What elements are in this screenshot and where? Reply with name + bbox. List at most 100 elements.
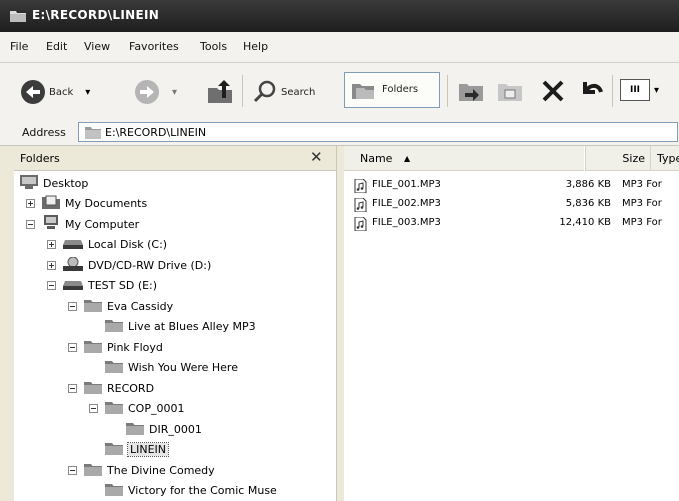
close-icon[interactable]: ✕ [310, 148, 323, 166]
menu-tools[interactable]: Tools [200, 40, 227, 53]
folders-button[interactable]: Folders [344, 72, 440, 108]
tree-item[interactable]: My Documents [26, 195, 147, 213]
tree-item[interactable]: My Computer [26, 214, 140, 234]
menu-bar: File Edit View Favorites Tools Help [0, 32, 679, 63]
expand-plus-icon[interactable] [26, 199, 35, 208]
tree-item[interactable]: Eva Cassidy [68, 297, 173, 315]
tree-item[interactable]: Pink Floyd [68, 338, 163, 356]
tree-item[interactable]: DIR_0001 [110, 420, 202, 438]
collapse-minus-icon[interactable] [26, 219, 35, 229]
tree-item-label: My Computer [65, 217, 140, 231]
menu-favorites[interactable]: Favorites [129, 40, 179, 53]
move-to-icon [459, 84, 483, 101]
tree-item[interactable]: Desktop [20, 174, 88, 192]
collapse-minus-icon[interactable] [68, 465, 77, 475]
back-button[interactable]: Back ▾ [20, 79, 90, 105]
menu-help[interactable]: Help [243, 40, 268, 53]
folder-icon [105, 400, 123, 417]
tree-item-label: Local Disk (C:) [88, 238, 168, 251]
back-dropdown-icon[interactable]: ▾ [85, 87, 90, 98]
folders-pane-title: Folders [20, 152, 60, 165]
expand-plus-icon[interactable] [47, 260, 56, 270]
forward-button[interactable]: ▾ [134, 79, 177, 105]
back-arrow-icon [21, 80, 45, 104]
my-documents-icon [42, 195, 60, 212]
file-name: FILE_002.MP3 [372, 198, 441, 209]
tree-item-label: TEST SD (E:) [88, 279, 158, 292]
tree-item[interactable]: The Divine Comedy [68, 461, 215, 479]
delete-button[interactable] [540, 78, 566, 104]
sort-ascending-icon: ▲ [404, 154, 411, 163]
collapse-minus-icon[interactable] [68, 383, 77, 393]
tree-item-label: My Documents [65, 197, 148, 210]
drive-icon [63, 278, 83, 293]
drive-icon [63, 237, 83, 252]
file-list-pane: Name ▲ Size Type FILE_001.MP3 3,886 KB MP3… [344, 146, 679, 501]
file-size: 3,886 KB [565, 179, 611, 190]
folder-icon [105, 359, 123, 376]
folder-icon [105, 482, 123, 499]
folders-label: Folders [382, 84, 419, 95]
search-icon [253, 80, 276, 103]
column-size-label: Size [622, 152, 645, 165]
tree-item[interactable]: RECORD [68, 379, 154, 397]
toolbar: Back ▾ ▾ Search Folders III ▾ [0, 63, 679, 121]
explorer-window: E:\RECORD\LINEIN File Edit View Favorite… [0, 0, 679, 501]
column-header-type[interactable]: Type [650, 146, 679, 171]
folder-window-icon [10, 11, 26, 22]
menu-view[interactable]: View [84, 40, 110, 53]
dvd-drive-icon [63, 256, 83, 274]
tree-item-label: DVD/CD-RW Drive (D:) [88, 258, 212, 272]
collapse-minus-icon[interactable] [68, 342, 77, 352]
tree-item-label: Live at Blues Alley MP3 [128, 320, 256, 333]
file-row[interactable]: FILE_003.MP3 12,410 KB MP3 For [354, 216, 679, 232]
address-bar: Address E:\RECORD\LINEIN [0, 120, 679, 146]
column-header-name[interactable]: Name ▲ [344, 146, 584, 171]
tree-item[interactable]: DVD/CD-RW Drive (D:) [47, 256, 211, 274]
folders-pane: Folders ✕ Desktop My Documents My Computer… [14, 146, 337, 501]
back-label: Back [49, 86, 74, 98]
my-computer-icon [42, 214, 60, 234]
move-to-button[interactable] [458, 80, 484, 102]
title-bar[interactable]: E:\RECORD\LINEIN [0, 0, 679, 32]
delete-x-icon [542, 80, 564, 102]
address-field[interactable]: E:\RECORD\LINEIN [78, 122, 678, 142]
tree-item[interactable]: Local Disk (C:) [47, 236, 167, 254]
collapse-minus-icon[interactable] [89, 404, 98, 413]
tree-item[interactable]: LINEIN [89, 441, 170, 459]
tree-item-label: Victory for the Comic Muse [128, 484, 277, 497]
views-dropdown-icon[interactable]: ▾ [654, 85, 659, 96]
audio-file-icon [354, 179, 367, 193]
file-name: FILE_003.MP3 [372, 217, 441, 228]
tree-item-label: The Divine Comedy [107, 463, 215, 477]
window-title: E:\RECORD\LINEIN [32, 8, 160, 22]
collapse-minus-icon[interactable] [68, 301, 77, 311]
forward-arrow-icon [135, 80, 159, 104]
file-size: 12,410 KB [559, 217, 611, 228]
up-folder-button[interactable] [206, 78, 234, 106]
tree-item[interactable]: TEST SD (E:) [47, 277, 157, 295]
expand-plus-icon[interactable] [47, 240, 56, 249]
views-button[interactable]: III ▾ [620, 79, 659, 101]
column-header-size[interactable]: Size [585, 146, 650, 171]
copy-to-button[interactable] [497, 80, 523, 102]
menu-file[interactable]: File [10, 40, 28, 53]
tree-item-label: Wish You Were Here [128, 361, 238, 374]
up-folder-icon [208, 80, 232, 103]
tree-item-label: Desktop [43, 176, 89, 190]
address-label: Address [22, 126, 66, 139]
tree-item-label: COP_0001 [128, 402, 185, 415]
forward-dropdown-icon[interactable]: ▾ [172, 87, 177, 98]
collapse-minus-icon[interactable] [47, 281, 56, 290]
tree-item[interactable]: COP_0001 [89, 400, 184, 418]
tree-item[interactable]: Victory for the Comic Muse [89, 482, 277, 500]
file-row[interactable]: FILE_001.MP3 3,886 KB MP3 For [354, 178, 679, 194]
file-type: MP3 For [622, 198, 662, 209]
file-row[interactable]: FILE_002.MP3 5,836 KB MP3 For [354, 197, 679, 213]
tree-item[interactable]: Wish You Were Here [89, 359, 238, 377]
undo-button[interactable] [579, 78, 605, 104]
search-button[interactable]: Search [252, 79, 315, 105]
tree-item[interactable]: Live at Blues Alley MP3 [89, 318, 256, 336]
tree-item-label: RECORD [107, 381, 155, 395]
menu-edit[interactable]: Edit [46, 40, 67, 53]
